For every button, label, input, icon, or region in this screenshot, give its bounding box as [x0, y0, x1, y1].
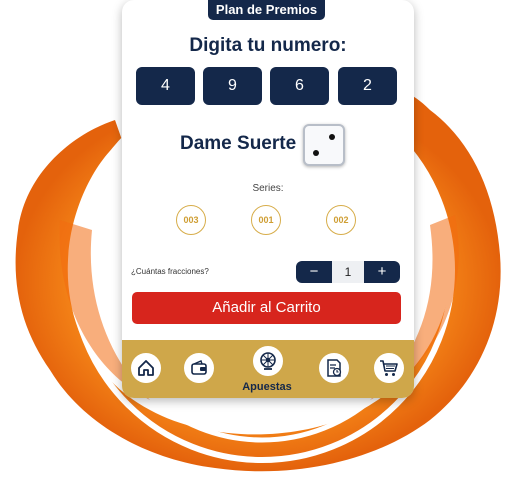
fractions-stepper: − 1 +: [296, 261, 400, 283]
home-icon[interactable]: [131, 353, 161, 383]
number-digits: 4 9 6 2: [136, 67, 399, 105]
shopping-cart-icon[interactable]: [374, 353, 404, 383]
fractions-label: ¿Cuántas fracciones?: [131, 267, 209, 276]
dice-pip: [329, 134, 335, 140]
wallet-icon[interactable]: [184, 353, 214, 383]
lottery-ticket-card: Plan de Premios Digita tu numero: 4 9 6 …: [122, 0, 414, 398]
dice-icon[interactable]: [303, 124, 345, 166]
lottery-wheel-icon[interactable]: [253, 346, 283, 376]
nav-label-apuestas: Apuestas: [242, 381, 292, 393]
dame-suerte-label: Dame Suerte: [180, 133, 297, 154]
dice-pip: [313, 150, 319, 156]
add-to-cart-button[interactable]: Añadir al Carrito: [132, 292, 401, 324]
decrement-button[interactable]: −: [296, 261, 332, 283]
digit-box[interactable]: 4: [136, 67, 195, 105]
digit-box[interactable]: 2: [338, 67, 397, 105]
series-chip[interactable]: 002: [326, 205, 356, 235]
fractions-value[interactable]: 1: [332, 261, 364, 283]
increment-button[interactable]: +: [364, 261, 400, 283]
receipt-clock-icon[interactable]: [319, 353, 349, 383]
page-title: Digita tu numero:: [189, 35, 347, 56]
bottom-navigation: Apuestas: [122, 340, 414, 398]
series-label: Series:: [252, 183, 284, 194]
digit-box[interactable]: 9: [203, 67, 262, 105]
plan-de-premios-tab[interactable]: Plan de Premios: [208, 0, 325, 20]
series-chip[interactable]: 003: [176, 205, 206, 235]
series-chip[interactable]: 001: [251, 205, 281, 235]
digit-box[interactable]: 6: [270, 67, 329, 105]
